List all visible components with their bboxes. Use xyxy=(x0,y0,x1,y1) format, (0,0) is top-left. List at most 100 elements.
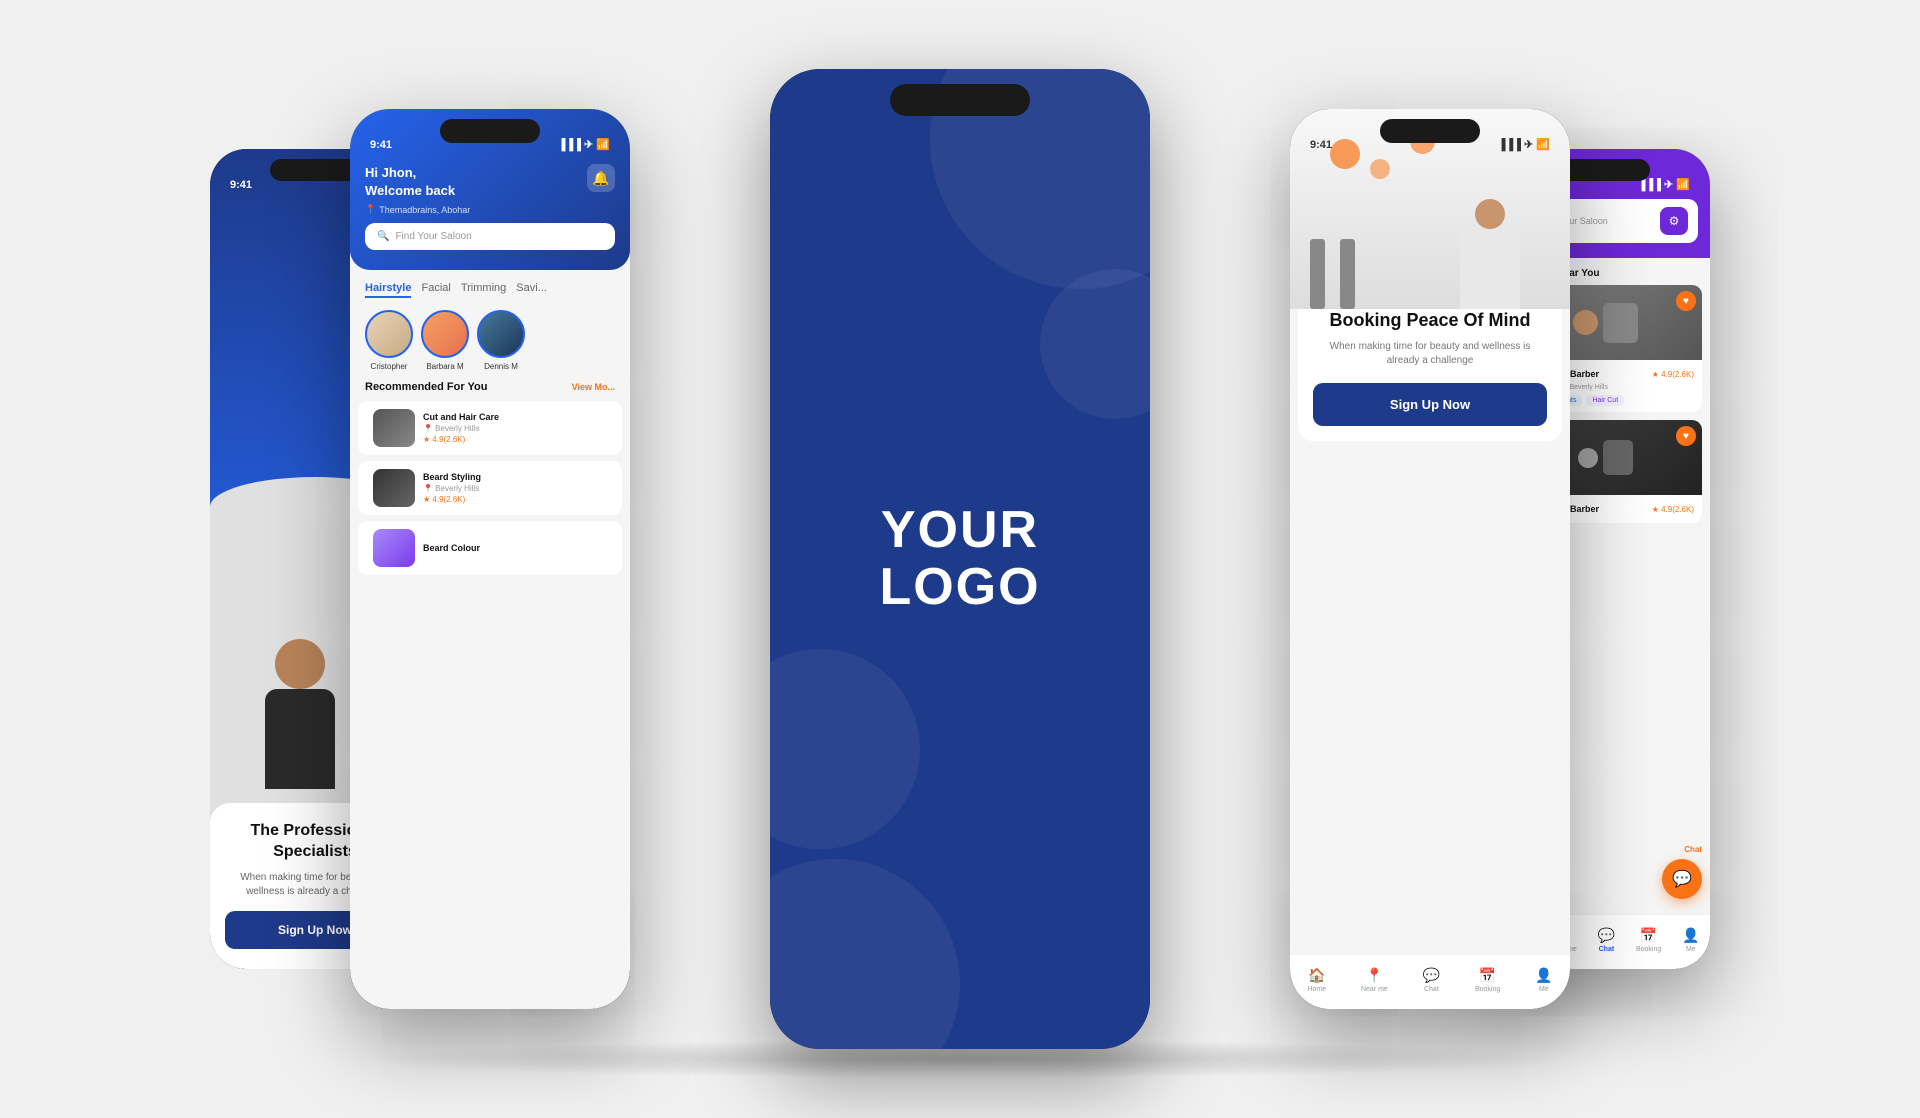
barber-head-card-2 xyxy=(1578,448,1598,468)
specialist-name-dennis: Dennis M xyxy=(484,362,518,371)
nav-me[interactable]: 👤 Me xyxy=(1535,967,1552,993)
avatar-dennis xyxy=(477,310,525,358)
fr-nav-booking-icon: 📅 xyxy=(1640,927,1657,944)
greeting-name: Hi Jhon, xyxy=(365,164,470,182)
phone-left: 9:41 ▐▐▐ ✈ 📶 Hi Jhon, Welcome back 📍 The… xyxy=(350,109,630,1009)
nav-me-label: Me xyxy=(1539,986,1549,993)
nav-me-icon: 👤 xyxy=(1535,967,1552,984)
nav-booking-icon: 📅 xyxy=(1479,967,1496,984)
nav-chat-label: Chat xyxy=(1424,986,1439,993)
notification-bell[interactable]: 🔔 xyxy=(587,164,615,192)
filter-button[interactable]: ⚙ xyxy=(1660,207,1688,235)
deco-circle-3 xyxy=(1040,269,1150,419)
barber-body-card xyxy=(1603,303,1638,343)
avatar-barbara xyxy=(421,310,469,358)
fr-nav-chat[interactable]: 💬 Chat xyxy=(1598,927,1615,953)
specialist-name-cristopher: Cristopher xyxy=(371,362,408,371)
service-item-haircut[interactable]: Cut and Hair Care 📍 Beverly Hills ★ 4.9(… xyxy=(358,401,622,455)
nav-home-label: Home xyxy=(1307,986,1326,993)
center-bg: YOUR LOGO xyxy=(770,69,1150,1049)
booking-card: Booking Peace Of Mind When making time f… xyxy=(1298,294,1562,441)
chat-fab[interactable]: 💬 xyxy=(1662,859,1702,899)
notch-far-left xyxy=(270,159,360,181)
barber-body-card-2 xyxy=(1603,440,1633,475)
fr-nav-booking[interactable]: 📅 Booking xyxy=(1636,927,1661,953)
status-icons-left: ▐▐▐ ✈ 📶 xyxy=(558,138,610,151)
avatar-cristopher xyxy=(365,310,413,358)
view-more-link[interactable]: View Mo... xyxy=(572,382,615,392)
category-savi[interactable]: Savi... xyxy=(516,282,547,298)
tag-haircut: Hair Cut xyxy=(1586,395,1624,406)
location-pin-icon: 📍 xyxy=(365,204,376,215)
bottom-nav-right: 🏠 Home 📍 Near me 💬 Chat 📅 Booking 👤 xyxy=(1290,954,1570,1009)
salon-person-body xyxy=(1460,229,1520,309)
client-head xyxy=(275,639,325,689)
specialist-barbara[interactable]: Barbara M xyxy=(421,310,469,371)
categories-row: Hairstyle Facial Trimming Savi... xyxy=(350,270,630,310)
fr-nav-me-label: Me xyxy=(1686,946,1696,953)
service-name-beard: Beard Styling xyxy=(423,472,607,482)
service-info-beard: Beard Styling 📍 Beverly Hills ★ 4.9(2.6K… xyxy=(423,472,607,504)
left-search-bar[interactable]: 🔍 Find Your Saloon xyxy=(365,223,615,250)
booking-signup-button[interactable]: Sign Up Now xyxy=(1313,383,1547,426)
stool-2 xyxy=(1340,239,1355,309)
status-icons-right: ▐▐▐ ✈ 📶 xyxy=(1498,138,1550,151)
salon-person-figure xyxy=(1460,199,1520,309)
recommended-title: Recommended For You xyxy=(365,381,487,393)
location-text: Themadbrains, Abohar xyxy=(379,205,470,215)
booking-title: Booking Peace Of Mind xyxy=(1313,309,1547,332)
nav-chat[interactable]: 💬 Chat xyxy=(1423,967,1440,993)
nav-booking[interactable]: 📅 Booking xyxy=(1475,967,1500,993)
heart-icon-1[interactable]: ♥ xyxy=(1676,291,1696,311)
deco-circle-2 xyxy=(770,859,960,1049)
deco-circle-4 xyxy=(770,649,920,849)
salon-rating-1: ★ 4.9(2.6K) xyxy=(1652,370,1694,379)
service-rating-beard: ★ 4.9(2.6K) xyxy=(423,495,607,504)
phones-container: 9:41 ▐▐▐ ✈ 📶 xyxy=(210,59,1710,1059)
phone-right-screen: 9:41 ▐▐▐ ✈ 📶 xyxy=(1290,109,1570,1009)
bar-stools xyxy=(1310,239,1355,309)
service-loc-haircut: 📍 Beverly Hills xyxy=(423,424,607,433)
nav-home[interactable]: 🏠 Home xyxy=(1307,967,1326,993)
service-name-haircut: Cut and Hair Care xyxy=(423,412,607,422)
specialists-row: Cristopher Barbara M Dennis M xyxy=(350,310,630,381)
service-thumb-colour xyxy=(373,529,415,567)
status-icons-far-right: ▐▐▐ ✈ 📶 xyxy=(1638,178,1690,191)
nav-nearme-icon: 📍 xyxy=(1366,967,1383,984)
search-icon-left: 🔍 xyxy=(377,231,389,242)
chat-fab-label: Chat xyxy=(1684,845,1702,854)
search-placeholder-left: Find Your Saloon xyxy=(395,231,471,242)
logo-text: YOUR LOGO xyxy=(879,502,1040,616)
service-name-colour: Beard Colour xyxy=(423,543,607,553)
phone-right: 9:41 ▐▐▐ ✈ 📶 xyxy=(1290,109,1570,1009)
salon-person-head xyxy=(1475,199,1505,229)
nav-booking-label: Booking xyxy=(1475,986,1500,993)
logo-line2: LOGO xyxy=(879,559,1040,616)
phone-center: YOUR LOGO xyxy=(770,69,1150,1049)
notch-far-right xyxy=(1560,159,1650,181)
client-body xyxy=(265,689,335,789)
heart-icon-2[interactable]: ♥ xyxy=(1676,426,1696,446)
barber-head-card xyxy=(1573,310,1598,335)
salon-rating-2: ★ 4.9(2.6K) xyxy=(1652,505,1694,514)
specialist-cristopher[interactable]: Cristopher xyxy=(365,310,413,371)
service-info-colour: Beard Colour xyxy=(423,543,607,553)
fr-nav-chat-label: Chat xyxy=(1599,946,1615,953)
notch-center xyxy=(890,84,1030,116)
service-item-colour[interactable]: Beard Colour xyxy=(358,521,622,575)
category-hairstyle[interactable]: Hairstyle xyxy=(365,282,411,298)
fr-nav-me[interactable]: 👤 Me xyxy=(1682,927,1699,953)
specialist-dennis[interactable]: Dennis M xyxy=(477,310,525,371)
nav-nearme-label: Near me xyxy=(1361,986,1388,993)
nav-home-icon: 🏠 xyxy=(1308,967,1325,984)
nav-nearme[interactable]: 📍 Near me xyxy=(1361,967,1388,993)
notch-right xyxy=(1380,119,1480,143)
category-trimming[interactable]: Trimming xyxy=(461,282,506,298)
category-facial[interactable]: Facial xyxy=(421,282,450,298)
greeting-sub: Welcome back xyxy=(365,182,470,200)
service-info-haircut: Cut and Hair Care 📍 Beverly Hills ★ 4.9(… xyxy=(423,412,607,444)
service-rating-haircut: ★ 4.9(2.6K) xyxy=(423,435,607,444)
booking-subtitle: When making time for beauty and wellness… xyxy=(1313,340,1547,368)
fr-nav-me-icon: 👤 xyxy=(1682,927,1699,944)
service-item-beard[interactable]: Beard Styling 📍 Beverly Hills ★ 4.9(2.6K… xyxy=(358,461,622,515)
